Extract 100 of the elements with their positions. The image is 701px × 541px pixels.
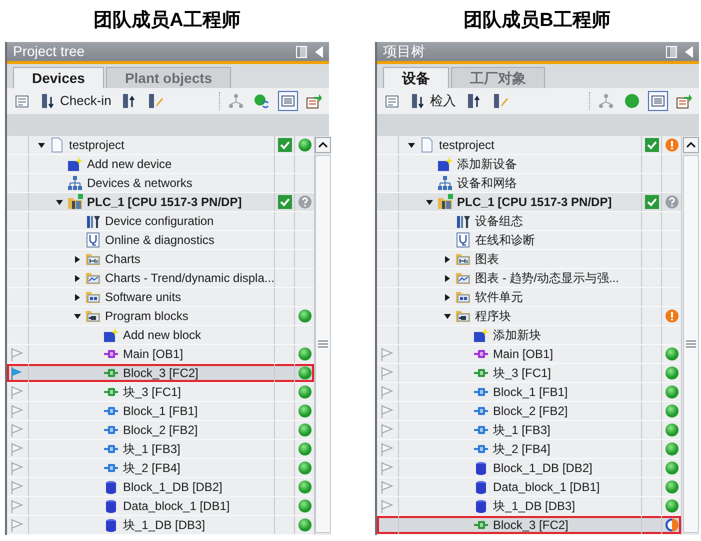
- tree-item[interactable]: 块_1_DB [DB3]: [493, 497, 576, 515]
- grip-icon[interactable]: [686, 340, 696, 348]
- toolbar-button[interactable]: [278, 91, 298, 111]
- scrollbar[interactable]: [314, 136, 332, 535]
- flag-icon[interactable]: [380, 347, 394, 361]
- chart-folder-icon: [455, 251, 471, 267]
- flag-icon[interactable]: [10, 385, 24, 399]
- collapse-arrow-icon[interactable]: [72, 312, 82, 320]
- upload-icon: [121, 93, 138, 109]
- tab[interactable]: Devices: [13, 67, 104, 88]
- tree-item[interactable]: Program blocks: [105, 307, 188, 325]
- tree-item[interactable]: Block_1 [FB1]: [123, 402, 198, 420]
- tree-item[interactable]: Devices & networks: [87, 174, 192, 192]
- tree-item[interactable]: 图表 - 趋势/动态显示与强...: [475, 269, 619, 287]
- status-ok-icon: [664, 442, 678, 456]
- tree-item[interactable]: Block_1 [FB1]: [493, 383, 568, 401]
- tree-item[interactable]: Add new block: [123, 326, 202, 344]
- tree-item[interactable]: 添加新块: [493, 326, 541, 344]
- tree-item[interactable]: Charts - Trend/dynamic displa...: [105, 269, 274, 287]
- tree-item[interactable]: 程序块: [475, 307, 511, 325]
- download-icon: [40, 93, 56, 109]
- tree-item[interactable]: Block_3 [FC2]: [123, 364, 198, 382]
- flag-icon[interactable]: [10, 480, 24, 494]
- tree-item[interactable]: Block_2 [FB2]: [493, 402, 568, 420]
- tree-item[interactable]: Block_1_DB [DB2]: [493, 459, 592, 477]
- toolbar-button[interactable]: [648, 91, 668, 111]
- tree-item[interactable]: Data_block_1 [DB1]: [493, 478, 600, 496]
- units-folder-icon: [455, 289, 471, 305]
- flag-icon[interactable]: [380, 385, 394, 399]
- flag-icon[interactable]: [380, 480, 394, 494]
- tree-item[interactable]: 软件单元: [475, 288, 523, 306]
- tab[interactable]: 设备: [383, 67, 449, 88]
- pin-icon[interactable]: [296, 46, 307, 58]
- flag-icon[interactable]: [10, 366, 24, 380]
- tree-item[interactable]: 设备和网络: [457, 174, 517, 192]
- flag-icon[interactable]: [380, 442, 394, 456]
- collapse-icon[interactable]: [315, 46, 323, 58]
- expand-arrow-icon[interactable]: [72, 274, 82, 282]
- tree-item[interactable]: Add new device: [87, 155, 172, 173]
- status-ok-icon: [298, 518, 312, 532]
- flag-icon[interactable]: [10, 442, 24, 456]
- tree-item[interactable]: testproject: [439, 136, 494, 154]
- expand-arrow-icon[interactable]: [442, 254, 452, 264]
- database-icon: [103, 479, 119, 495]
- tree-item[interactable]: Main [OB1]: [123, 345, 184, 363]
- flag-icon[interactable]: [380, 461, 394, 475]
- scroll-up-icon[interactable]: [315, 137, 332, 153]
- tree-item[interactable]: 块_2 [FB4]: [123, 459, 180, 477]
- flag-icon[interactable]: [380, 404, 394, 418]
- tree-item[interactable]: 图表: [475, 250, 499, 268]
- tree-item[interactable]: 块_1_DB [DB3]: [123, 516, 206, 534]
- scrollbar[interactable]: [681, 136, 699, 535]
- flag-icon[interactable]: [10, 404, 24, 418]
- grip-icon[interactable]: [318, 340, 328, 348]
- tree-item[interactable]: Charts: [105, 250, 140, 268]
- collapse-arrow-icon[interactable]: [54, 198, 64, 206]
- tree-item[interactable]: Main [OB1]: [493, 345, 554, 363]
- check-in-button[interactable]: Check-in: [38, 91, 114, 111]
- tree-item[interactable]: 添加新设备: [457, 155, 517, 173]
- tree-item[interactable]: 在线和诊断: [475, 231, 535, 249]
- flag-icon[interactable]: [380, 366, 394, 380]
- collapse-arrow-icon[interactable]: [36, 140, 46, 150]
- flag-icon[interactable]: [10, 423, 24, 437]
- tree-item[interactable]: 块_2 [FB4]: [493, 440, 550, 458]
- tree-item[interactable]: 块_1 [FB3]: [123, 440, 180, 458]
- flag-icon[interactable]: [10, 518, 24, 532]
- tree-item[interactable]: Online & diagnostics: [105, 231, 214, 249]
- scroll-up-icon[interactable]: [682, 137, 698, 153]
- collapse-arrow-icon[interactable]: [424, 198, 434, 206]
- database-icon: [103, 517, 119, 533]
- tree-item[interactable]: testproject: [69, 136, 124, 154]
- flag-icon[interactable]: [10, 347, 24, 361]
- collapse-arrow-icon[interactable]: [406, 140, 416, 150]
- tree-item[interactable]: Block_3 [FC2]: [493, 516, 568, 534]
- tree-item[interactable]: 块_3 [FC1]: [123, 383, 182, 401]
- pin-icon[interactable]: [666, 46, 677, 58]
- add-device-icon: [437, 156, 453, 172]
- selected-row[interactable]: Block_3 [FC2]: [7, 364, 314, 383]
- tree-item[interactable]: Block_2 [FB2]: [123, 421, 198, 439]
- tree-item[interactable]: 设备组态: [475, 212, 523, 230]
- tree-item[interactable]: Block_1_DB [DB2]: [123, 478, 222, 496]
- flag-icon[interactable]: [10, 499, 24, 513]
- tree-item[interactable]: Device configuration: [105, 212, 214, 230]
- expand-arrow-icon[interactable]: [72, 292, 82, 302]
- collapse-arrow-icon[interactable]: [442, 312, 452, 320]
- flag-icon[interactable]: [380, 499, 394, 513]
- tree-item[interactable]: 块_1 [FB3]: [493, 421, 550, 439]
- selected-row[interactable]: Block_3 [FC2]: [377, 516, 681, 535]
- flag-icon[interactable]: [10, 461, 24, 475]
- check-in-button[interactable]: 检入: [408, 91, 458, 111]
- tree-item[interactable]: Data_block_1 [DB1]: [123, 497, 230, 515]
- flag-icon[interactable]: [380, 423, 394, 437]
- tree-item[interactable]: Software units: [105, 288, 182, 306]
- expand-arrow-icon[interactable]: [442, 292, 452, 302]
- tree-item[interactable]: 块_3 [FC1]: [493, 364, 552, 382]
- expand-arrow-icon[interactable]: [72, 254, 82, 264]
- warning-icon: [664, 309, 678, 323]
- add-block-icon: [103, 327, 119, 343]
- expand-arrow-icon[interactable]: [442, 274, 452, 282]
- collapse-icon[interactable]: [685, 46, 693, 58]
